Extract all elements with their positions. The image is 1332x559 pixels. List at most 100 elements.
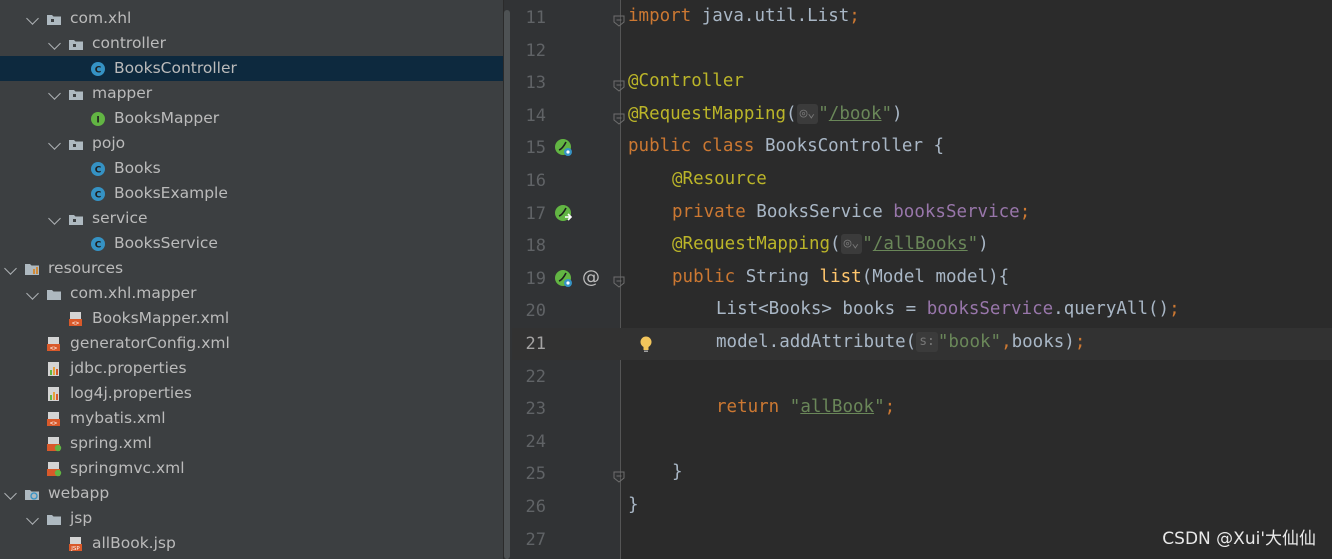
fold-marker-icon[interactable] <box>613 468 625 484</box>
line-number: 19 <box>525 268 546 289</box>
tree-item-service[interactable]: service <box>0 206 503 231</box>
tree-item-bookscontroller[interactable]: C BooksController <box>0 56 503 81</box>
svg-text:C: C <box>95 241 102 251</box>
chevron-down-icon[interactable] <box>26 12 39 25</box>
code-line[interactable]: return "allBook"; <box>716 397 895 417</box>
tree-item-label: spring.xml <box>70 434 152 452</box>
at-sign-icon[interactable]: @ <box>582 267 600 288</box>
class-icon: C <box>90 161 106 177</box>
svg-text:<>: <> <box>50 420 58 427</box>
parameter-hint: s: <box>916 332 938 352</box>
code-token: " <box>818 103 829 124</box>
code-token: booksService <box>893 201 1020 222</box>
tree-item-booksexample[interactable]: C BooksExample <box>0 181 503 206</box>
tree-item-booksmapper[interactable]: I BooksMapper <box>0 106 503 131</box>
tree-item-label: mapper <box>92 84 153 102</box>
tree-item-springmvc-xml[interactable]: springmvc.xml <box>0 456 503 481</box>
fold-marker-icon[interactable] <box>613 77 625 92</box>
fold-marker-icon[interactable] <box>613 12 625 27</box>
code-token: " <box>862 234 873 255</box>
code-token: /allBooks <box>872 234 968 255</box>
tree-item-label: com.xhl <box>70 9 132 27</box>
code-token: private <box>672 201 757 222</box>
code-token: allBook <box>800 397 875 418</box>
code-token: ) <box>892 103 903 124</box>
code-token: " <box>967 234 979 255</box>
code-token: " <box>874 397 885 418</box>
chevron-down-icon[interactable] <box>26 287 39 300</box>
code-line[interactable]: } <box>628 495 639 515</box>
code-line[interactable]: @RequestMapping(◎⌄ "/book") <box>628 103 903 124</box>
chevron-down-icon[interactable] <box>48 212 61 225</box>
chevron-down-icon[interactable] <box>48 137 61 150</box>
tree-item-allbook-jsp[interactable]: JSP allBook.jsp <box>0 531 503 556</box>
tree-item-mybatis-xml[interactable]: <> mybatis.xml <box>0 406 503 431</box>
spring-inject-icon[interactable] <box>554 204 574 224</box>
project-tree-panel[interactable]: com.xhl controller C BooksController mapper I… <box>0 0 503 559</box>
line-number: 26 <box>525 497 546 517</box>
tree-item-com-xhl[interactable]: com.xhl <box>0 6 503 31</box>
url-globe-icon[interactable]: ◎⌄ <box>840 234 863 255</box>
tree-scrollbar[interactable] <box>504 10 510 559</box>
code-token: ; <box>1019 201 1031 222</box>
code-line[interactable]: @Controller <box>628 71 744 91</box>
tree-item-log4j-properties[interactable]: log4j.properties <box>0 381 503 406</box>
line-number: 22 <box>525 366 546 387</box>
folder-icon <box>46 511 62 527</box>
code-line[interactable]: private BooksService booksService; <box>672 202 1030 222</box>
code-token: List<Books> books = <box>716 299 927 320</box>
code-line[interactable]: } <box>672 462 683 482</box>
code-line[interactable]: public class BooksController { <box>628 136 944 156</box>
line-number: 11 <box>525 8 546 28</box>
tree-item-webapp[interactable]: webapp <box>0 481 503 506</box>
tree-item-books[interactable]: C Books <box>0 156 503 181</box>
fold-marker-icon[interactable] <box>613 273 625 288</box>
code-token: , <box>1001 332 1012 352</box>
tree-item-label: jsp <box>70 509 93 527</box>
code-token: ) <box>978 234 989 255</box>
url-globe-icon[interactable]: ◎⌄ <box>796 103 819 124</box>
tree-item-booksmapper-xml[interactable]: <> BooksMapper.xml <box>0 306 503 331</box>
code-line[interactable]: @Resource <box>672 169 767 189</box>
tree-item-mapper[interactable]: mapper <box>0 81 503 106</box>
fold-marker-icon[interactable] <box>613 110 625 125</box>
tree-item-booksservice[interactable]: C BooksService <box>0 231 503 256</box>
tree-item-pojo[interactable]: pojo <box>0 131 503 156</box>
code-token: .queryAll() <box>1053 299 1170 320</box>
chevron-down-icon[interactable] <box>48 87 61 100</box>
line-number: 14 <box>525 105 546 126</box>
code-editor[interactable]: 11 import java.util.List; 12 13 @Controller 1… <box>512 0 1332 559</box>
line-number: 20 <box>525 301 546 322</box>
code-token: ; <box>1074 332 1086 352</box>
svg-text:C: C <box>95 66 102 76</box>
tree-item-label: controller <box>92 34 166 52</box>
tree-item-jdbc-properties[interactable]: jdbc.properties <box>0 356 503 381</box>
line-number: 17 <box>525 203 546 224</box>
code-line[interactable]: @RequestMapping(◎⌄ "/allBooks") <box>672 234 989 255</box>
code-token: (Model model){ <box>861 266 1010 287</box>
tree-item-spring-xml[interactable]: spring.xml <box>0 431 503 456</box>
code-line[interactable]: List<Books> books = booksService.queryAl… <box>716 299 1180 319</box>
chevron-down-icon[interactable] <box>26 512 39 525</box>
tree-item-label: service <box>92 209 148 227</box>
spring-xml-icon <box>46 461 62 477</box>
tree-item-com-xhl-mapper[interactable]: com.xhl.mapper <box>0 281 503 306</box>
code-token: " <box>881 103 893 124</box>
spring-mapping-icon[interactable] <box>554 269 574 289</box>
properties-file-icon <box>46 386 62 402</box>
spring-bean-icon[interactable] <box>554 138 574 158</box>
tree-item-generatorconfig-xml[interactable]: <> generatorConfig.xml <box>0 331 503 356</box>
chevron-down-icon[interactable] <box>4 262 17 275</box>
tree-item-jsp[interactable]: jsp <box>0 506 503 531</box>
tree-item-controller[interactable]: controller <box>0 31 503 56</box>
code-line[interactable]: import java.util.List; <box>628 6 860 26</box>
tree-item-label: BooksMapper <box>114 109 220 127</box>
chevron-down-icon[interactable] <box>4 487 17 500</box>
code-line[interactable]: public String list(Model model){ <box>672 267 1009 287</box>
package-folder-icon <box>46 11 62 27</box>
code-line[interactable]: model.addAttribute(s: "book",books); <box>716 332 1085 352</box>
lightbulb-icon[interactable] <box>636 334 656 354</box>
tree-item-resources[interactable]: resources <box>0 256 503 281</box>
svg-text:<>: <> <box>72 320 80 327</box>
chevron-down-icon[interactable] <box>48 37 61 50</box>
